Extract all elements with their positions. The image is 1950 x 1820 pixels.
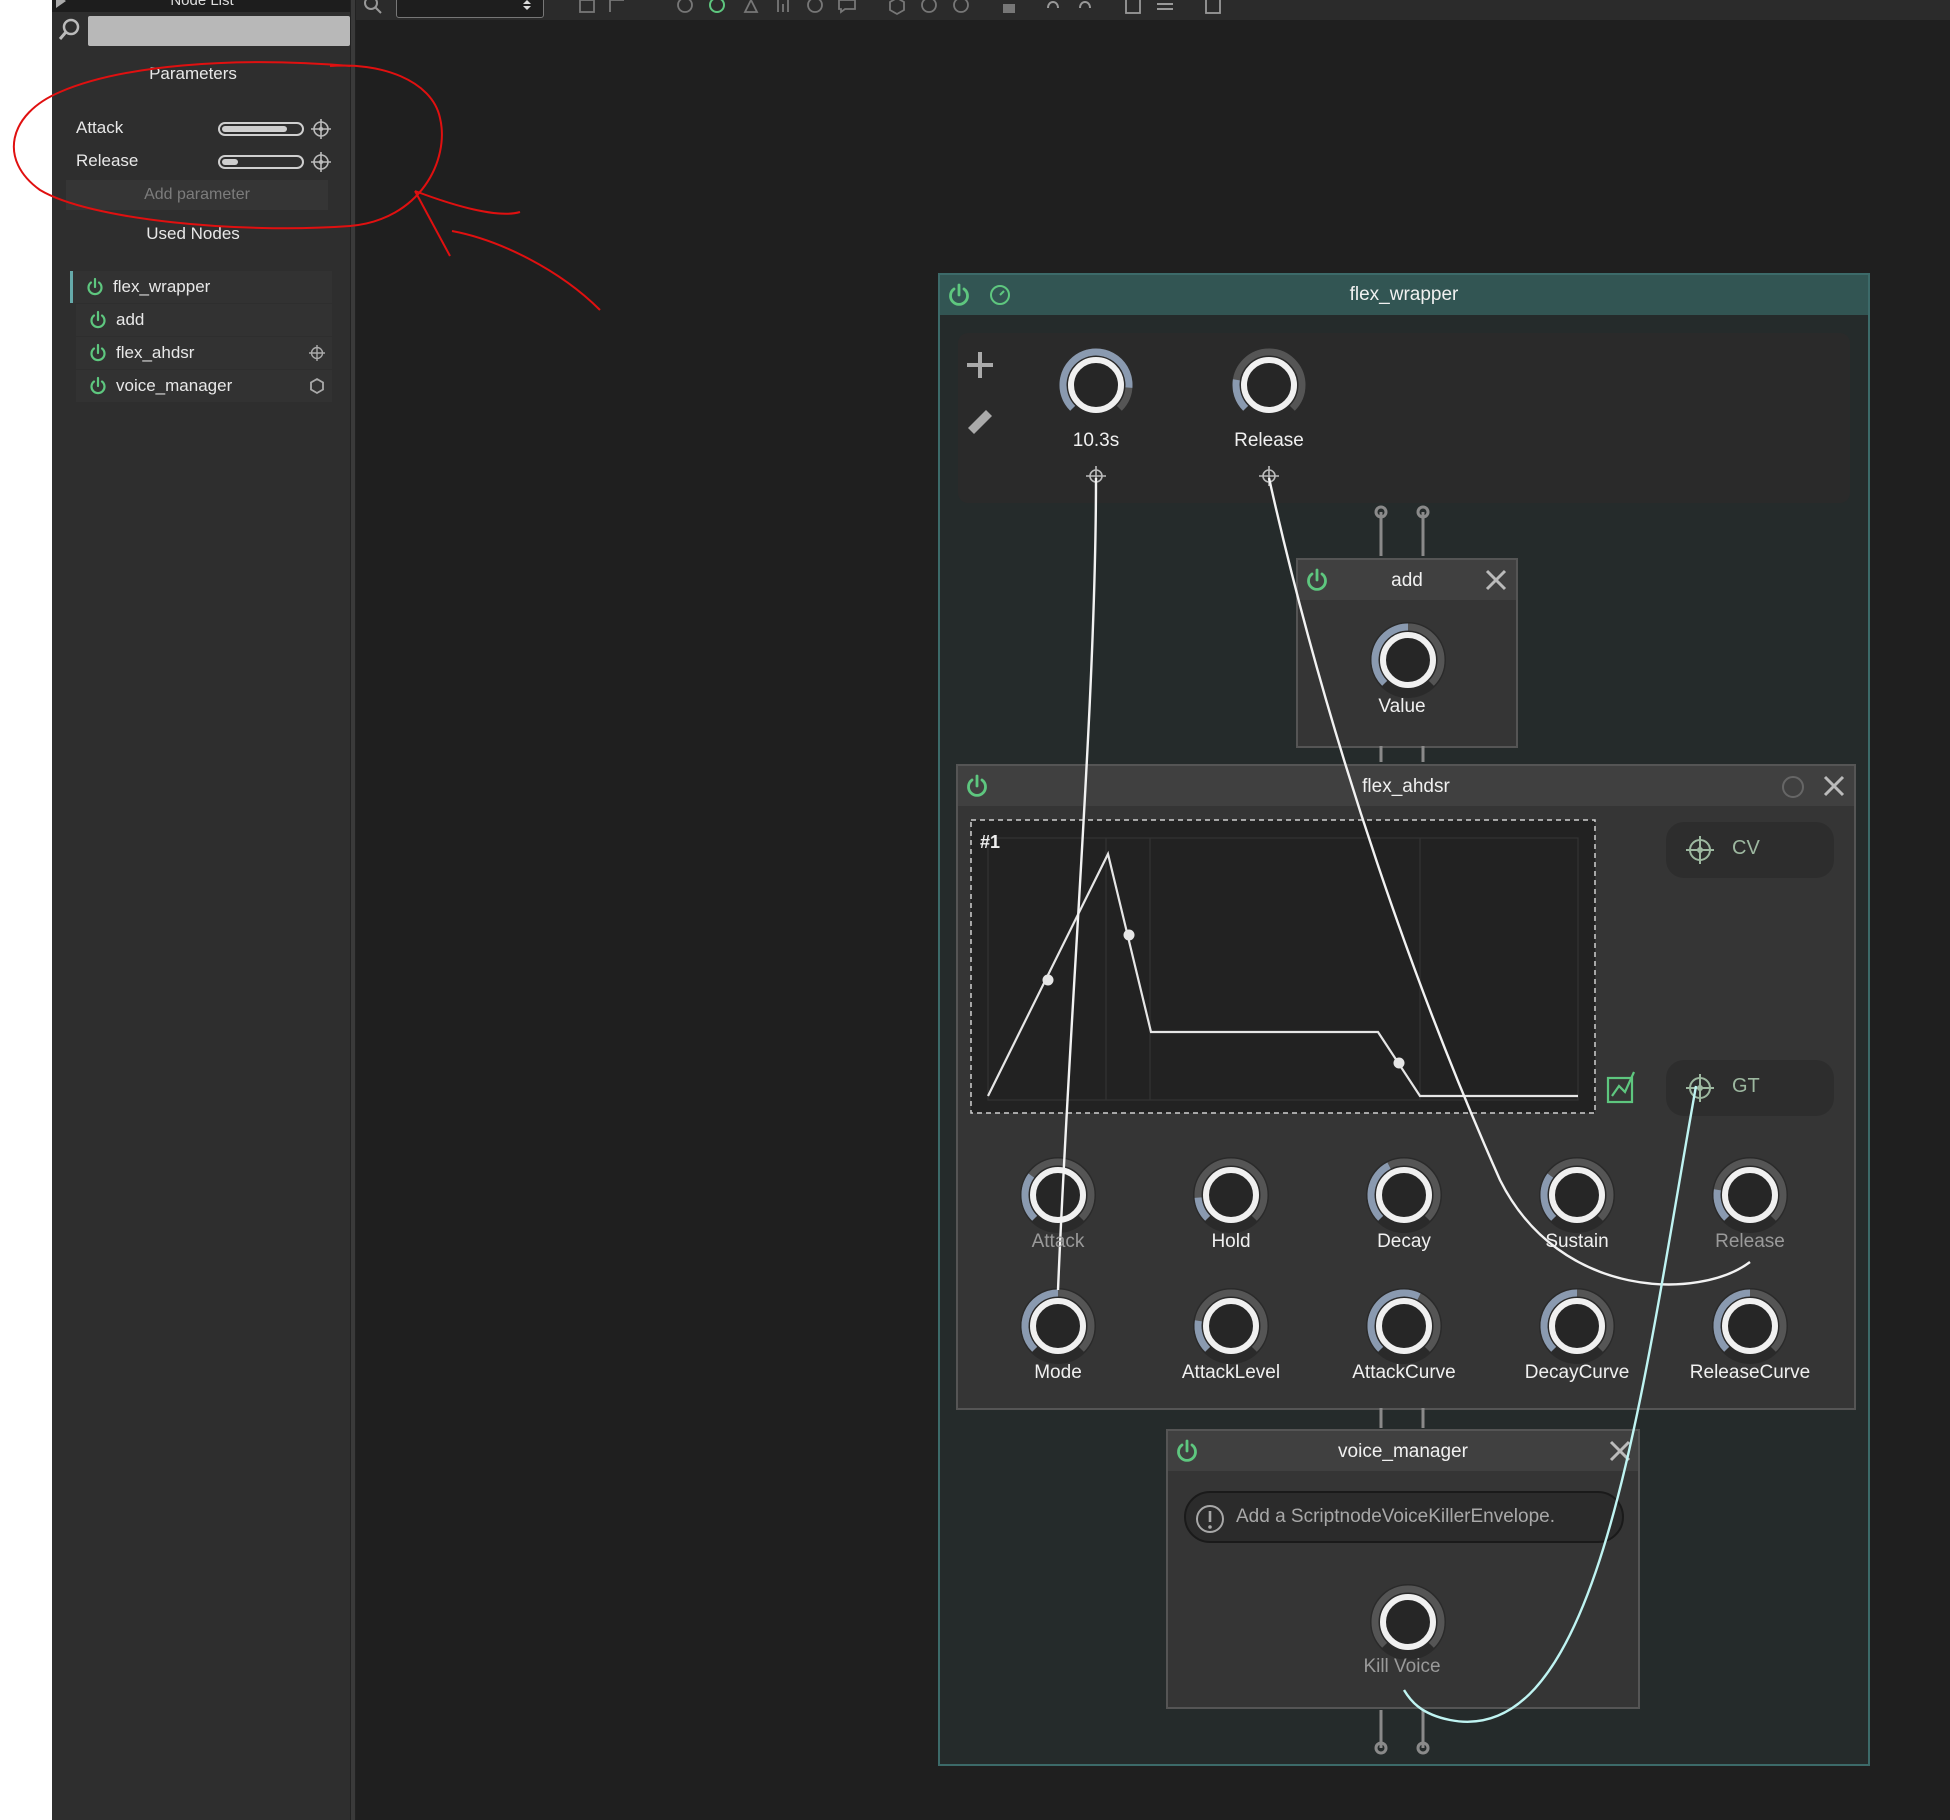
toolbar [356,0,1950,20]
node-item-flex-wrapper[interactable]: flex_wrapper [70,271,332,303]
target-icon[interactable] [1684,834,1716,866]
knob-label: 10.3s [1072,430,1120,451]
target-icon[interactable] [1684,1072,1716,1104]
knob-label: Decay [1377,1231,1431,1252]
flex-ahdsr-node[interactable]: flex_ahdsr CV GT [956,764,1856,1410]
knob-label: Value [1378,696,1426,717]
knob-label: AttackCurve [1352,1362,1456,1383]
close-icon[interactable] [1820,772,1848,800]
comment-icon[interactable] [836,0,858,16]
add-node[interactable]: add [1296,558,1518,748]
knob-label: Attack [1031,1231,1085,1252]
used-nodes-heading: Used Nodes [146,224,240,243]
search-icon [56,16,84,44]
close-icon[interactable] [1482,566,1510,594]
wrapper-parameter-area [958,333,1850,503]
redo-icon[interactable] [1074,0,1096,16]
parameter-label: Attack [76,118,124,137]
unfold-icon[interactable] [606,0,628,16]
power-icon[interactable] [88,310,108,330]
node-item-add[interactable]: add [76,304,332,336]
node-item-label: flex_wrapper [113,277,211,296]
node-list-title: Node List [170,0,234,9]
chevron-updown-icon [523,0,531,10]
voice-manager-header: voice_manager [1168,1431,1638,1471]
add-node-header: add [1298,560,1516,600]
attack-slider[interactable] [218,122,304,136]
node-list-panel: Node List Parameters Attack Release Add … [52,0,354,1820]
gauge-icon[interactable] [1780,774,1806,800]
knob-label: Release [1715,1231,1785,1252]
percent-icon[interactable] [950,0,972,16]
node-list-header: Node List [52,0,350,12]
knob-label: Hold [1211,1231,1251,1252]
add-parameter-button[interactable]: Add parameter [66,180,328,210]
locate-icon[interactable] [706,0,728,16]
deselect-icon[interactable] [674,0,696,16]
parameter-label: Release [76,151,139,170]
release-slider[interactable] [218,155,304,169]
warning-icon [1196,1505,1224,1533]
power-icon[interactable] [88,376,108,396]
target-icon[interactable] [310,118,332,140]
target-icon[interactable] [310,151,332,173]
signal-icon[interactable] [772,0,794,16]
power-icon[interactable] [88,343,108,363]
node-item-flex-ahdsr[interactable]: flex_ahdsr [76,337,332,369]
target-icon [309,345,325,361]
knob-label: Release [1234,430,1304,451]
connections-icon[interactable] [918,0,940,16]
knob-label: DecayCurve [1524,1362,1630,1383]
undo-icon[interactable] [1042,0,1064,16]
cv-label: CV [1732,837,1760,859]
search-input[interactable] [88,16,350,46]
fold-icon[interactable] [576,0,598,16]
close-icon[interactable] [1606,1437,1634,1465]
node-title: flex_ahdsr [1362,776,1450,797]
flex-wrapper-container[interactable]: flex_wrapper add flex_ahdsr CV GT voice_… [938,273,1870,1766]
gt-modulation-output[interactable]: GT [1666,1060,1834,1116]
list-icon[interactable] [1122,0,1144,16]
document-icon[interactable] [1202,0,1224,16]
flex-ahdsr-header: flex_ahdsr [958,766,1854,806]
parameters-heading: Parameters [149,64,237,83]
profile-icon[interactable] [740,0,762,16]
align-icon[interactable] [1154,0,1176,16]
knob-label: ReleaseCurve [1689,1362,1811,1383]
node-item-label: flex_ahdsr [116,343,195,362]
cpu-icon[interactable] [804,0,826,16]
node-title: flex_wrapper [1349,284,1459,305]
node-item-label: add [116,310,145,329]
parameter-row-attack: Attack [66,114,331,144]
knob-label: AttackLevel [1181,1362,1281,1383]
lock-icon[interactable] [998,0,1020,16]
knob-label: Mode [1034,1362,1082,1383]
warning-message: Add a ScriptnodeVoiceKillerEnvelope. [1184,1491,1624,1543]
zoom-icon[interactable] [362,0,384,16]
power-icon[interactable] [85,277,105,297]
flex-wrapper-header: flex_wrapper [940,275,1868,315]
knob-label: Kill Voice [1363,1656,1441,1677]
network-selector-dropdown[interactable] [396,0,544,18]
node-item-label: voice_manager [116,376,233,395]
hexagon-icon [310,377,324,395]
warning-text: Add a ScriptnodeVoiceKillerEnvelope. [1236,1506,1555,1527]
node-item-voice-manager[interactable]: voice_manager [76,370,332,402]
knob-label: Sustain [1545,1231,1609,1252]
cv-modulation-output[interactable]: CV [1666,822,1834,878]
cube-icon[interactable] [886,0,908,16]
gt-label: GT [1732,1075,1760,1097]
node-title: voice_manager [1338,1441,1468,1462]
parameter-row-release: Release [66,147,331,177]
